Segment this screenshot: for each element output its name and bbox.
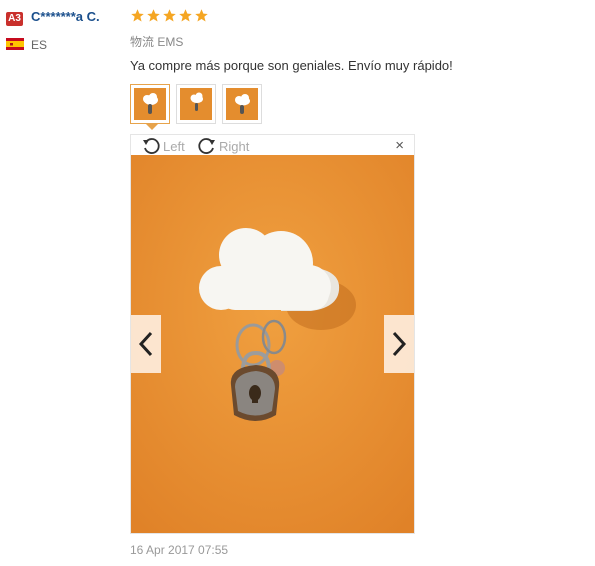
- cloud-hook-icon: [235, 94, 250, 114]
- rotate-left-icon: [143, 138, 160, 154]
- next-photo-button[interactable]: [384, 315, 414, 373]
- buyer-level-badge: A3: [6, 12, 23, 26]
- rotate-left-button[interactable]: Left: [141, 136, 185, 156]
- thumbnail-photo-3[interactable]: [222, 84, 262, 124]
- chevron-left-icon: [138, 331, 153, 357]
- rotate-left-label: Left: [163, 138, 185, 154]
- star-rating: [130, 8, 209, 23]
- star-icon: [179, 9, 192, 22]
- viewer-toolbar: Left Right ×: [131, 135, 414, 155]
- shipping-method: 物流 EMS: [130, 35, 184, 49]
- close-viewer-button[interactable]: ×: [395, 137, 404, 154]
- reviewer-country: ES: [31, 38, 48, 52]
- star-icon: [131, 9, 144, 22]
- review-text: Ya compre más porque son geniales. Envío…: [130, 58, 453, 73]
- thumbnail-photo-1[interactable]: [130, 84, 170, 124]
- cloud-hook-icon: [190, 92, 203, 111]
- review-photo: [131, 155, 414, 533]
- rotate-right-icon: [198, 138, 215, 154]
- rotate-right-label: Right: [219, 138, 250, 154]
- star-icon: [195, 9, 208, 22]
- cloud-hook-icon: [143, 93, 158, 114]
- previous-photo-button[interactable]: [131, 315, 161, 373]
- reviewer-name: C*******a C.: [31, 9, 100, 24]
- spain-flag-icon: [6, 38, 24, 50]
- thumbnail-photo-2[interactable]: [176, 84, 216, 124]
- star-icon: [147, 9, 160, 22]
- star-icon: [163, 9, 176, 22]
- rotate-right-button[interactable]: Right: [197, 136, 249, 156]
- photo-viewer: Left Right ×: [130, 134, 415, 534]
- active-thumbnail-caret: [146, 124, 158, 130]
- review-date: 16 Apr 2017 07:55: [130, 543, 229, 557]
- cloud-key-holder-photo: [131, 155, 414, 533]
- chevron-right-icon: [392, 331, 407, 357]
- review-photo-thumbnails: [130, 84, 262, 124]
